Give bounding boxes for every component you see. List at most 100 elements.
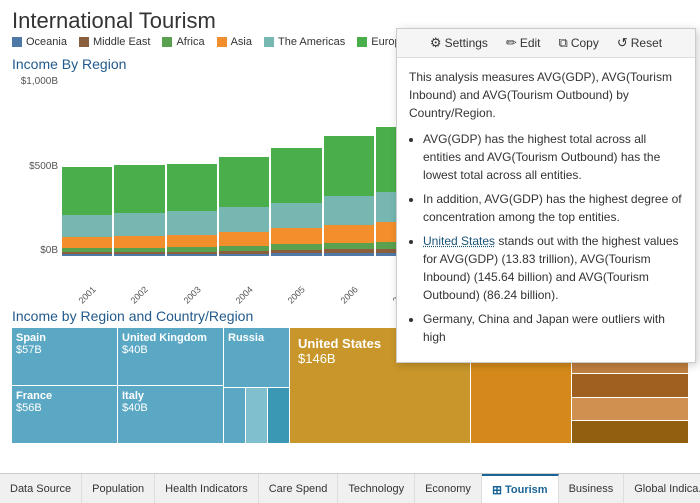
bar-group-5[interactable] xyxy=(271,76,321,256)
treemap-small-cell-6-4[interactable] xyxy=(572,421,688,443)
tab-label: Economy xyxy=(425,483,471,495)
tab-business[interactable]: Business xyxy=(559,474,625,503)
settings-icon: ⚙ xyxy=(430,35,442,51)
bar-segment-oceania xyxy=(324,253,374,256)
legend-label-asia: Asia xyxy=(231,36,252,48)
bar-segment-europe xyxy=(324,136,374,196)
bar-segment-oceania xyxy=(62,254,112,256)
edit-label: Edit xyxy=(520,36,541,50)
bar-segment-asia xyxy=(219,232,269,246)
treemap-cell-united-kingdom[interactable]: United Kingdom$40B xyxy=(118,328,223,385)
bar-group-3[interactable] xyxy=(167,76,217,256)
bar-segment-americas xyxy=(62,215,112,237)
bar-segment-asia xyxy=(167,235,217,247)
bar-segment-europe xyxy=(271,148,321,203)
tab-label: Data Source xyxy=(10,483,71,495)
tab-label: Tourism xyxy=(505,484,548,496)
treemap-small-cell-0[interactable] xyxy=(224,388,245,443)
legend-item-asia: Asia xyxy=(217,36,252,48)
copy-icon: ⧉ xyxy=(559,35,568,51)
reset-label: Reset xyxy=(631,36,662,50)
bar-segment-americas xyxy=(219,207,269,232)
tab-population[interactable]: Population xyxy=(82,474,155,503)
treemap-cell-france[interactable]: France$56B xyxy=(12,386,117,443)
y-label-bottom: $0B xyxy=(40,245,58,256)
treemap-small-cell-2[interactable] xyxy=(268,388,289,443)
popup-toolbar: ⚙ Settings ✏ Edit ⧉ Copy ↺ Reset xyxy=(397,29,695,58)
legend-item-middle-east: Middle East xyxy=(79,36,150,48)
edit-icon: ✏ xyxy=(506,35,517,51)
bar-segment-europe xyxy=(62,167,112,215)
legend-label-americas: The Americas xyxy=(278,36,345,48)
treemap-col-2: United Kingdom$40BItaly$40B xyxy=(118,328,223,443)
bullet-2: In addition, AVG(GDP) has the highest de… xyxy=(423,190,683,226)
legend-label-oceania: Oceania xyxy=(26,36,67,48)
y-label-top: $1,000B xyxy=(21,76,58,87)
bar-segment-oceania xyxy=(219,254,269,256)
legend-color-oceania xyxy=(12,37,22,47)
settings-label: Settings xyxy=(445,36,488,50)
bar-segment-oceania xyxy=(167,254,217,256)
legend-color-africa xyxy=(162,37,172,47)
united-states-link[interactable]: United States xyxy=(423,234,495,248)
bar-segment-europe xyxy=(167,164,217,211)
tab-care-spend[interactable]: Care Spend xyxy=(259,474,339,503)
tab-data-source[interactable]: Data Source xyxy=(0,474,82,503)
legend-item-americas: The Americas xyxy=(264,36,345,48)
bar-group-4[interactable] xyxy=(219,76,269,256)
treemap-cell-italy[interactable]: Italy$40B xyxy=(118,386,223,443)
bar-segment-asia xyxy=(62,237,112,248)
bar-group-2[interactable] xyxy=(114,76,164,256)
treemap-small-cell-6-2[interactable] xyxy=(572,374,688,396)
legend-item-oceania: Oceania xyxy=(12,36,67,48)
analysis-popup: ⚙ Settings ✏ Edit ⧉ Copy ↺ Reset This an… xyxy=(396,28,696,363)
tab-global-indica-[interactable]: Global Indica... xyxy=(624,474,700,503)
settings-button[interactable]: ⚙ Settings xyxy=(422,31,496,55)
popup-content: This analysis measures AVG(GDP), AVG(Tou… xyxy=(397,58,695,362)
copy-label: Copy xyxy=(571,36,599,50)
treemap-small-cell-1[interactable] xyxy=(246,388,267,443)
treemap-cell-russia[interactable]: Russia xyxy=(224,328,289,387)
bar-segment-americas xyxy=(114,213,164,236)
bar-group-6[interactable] xyxy=(324,76,374,256)
bottom-tabs: Data Source Population Health Indicators Ca… xyxy=(0,473,700,503)
bar-segment-europe xyxy=(114,165,164,214)
bar-segment-americas xyxy=(324,196,374,224)
tab-economy[interactable]: Economy xyxy=(415,474,482,503)
tab-label: Health Indicators xyxy=(165,483,248,495)
bullet-3: United States stands out with the highes… xyxy=(423,232,683,304)
bullet-4: Germany, China and Japan were outliers w… xyxy=(423,310,683,346)
tab-health-indicators[interactable]: Health Indicators xyxy=(155,474,259,503)
bar-segment-asia xyxy=(271,228,321,244)
bar-segment-europe xyxy=(219,157,269,208)
popup-bullets: AVG(GDP) has the highest total across al… xyxy=(409,130,683,346)
bar-segment-americas xyxy=(271,203,321,229)
bar-segment-asia xyxy=(324,225,374,243)
tab-tourism[interactable]: ⊞Tourism xyxy=(482,474,559,503)
treemap-col-1: Spain$57BFrance$56B xyxy=(12,328,117,443)
bar-group-1[interactable] xyxy=(62,76,112,256)
tab-technology[interactable]: Technology xyxy=(338,474,415,503)
bar-segment-oceania xyxy=(271,253,321,256)
treemap-col-3: Russia xyxy=(224,328,289,443)
tab-icon-tourism: ⊞ xyxy=(492,483,502,497)
tab-label: Technology xyxy=(348,483,404,495)
reset-icon: ↺ xyxy=(617,35,628,51)
main-container: International Tourism Oceania Middle Eas… xyxy=(0,0,700,447)
legend-item-africa: Africa xyxy=(162,36,204,48)
copy-button[interactable]: ⧉ Copy xyxy=(551,31,607,55)
legend-color-asia xyxy=(217,37,227,47)
treemap-small-cell-6-3[interactable] xyxy=(572,398,688,420)
bar-segment-americas xyxy=(167,211,217,235)
legend-label-middle-east: Middle East xyxy=(93,36,150,48)
reset-button[interactable]: ↺ Reset xyxy=(609,31,670,55)
y-axis: $1,000B $500B $0B xyxy=(12,76,62,256)
bar-segment-asia xyxy=(114,236,164,248)
treemap-small-row xyxy=(224,388,289,443)
tab-label: Global Indica... xyxy=(634,483,700,495)
edit-button[interactable]: ✏ Edit xyxy=(498,31,549,55)
legend-color-americas xyxy=(264,37,274,47)
y-label-mid: $500B xyxy=(29,161,58,172)
treemap-cell-spain[interactable]: Spain$57B xyxy=(12,328,117,385)
legend-label-africa: Africa xyxy=(176,36,204,48)
